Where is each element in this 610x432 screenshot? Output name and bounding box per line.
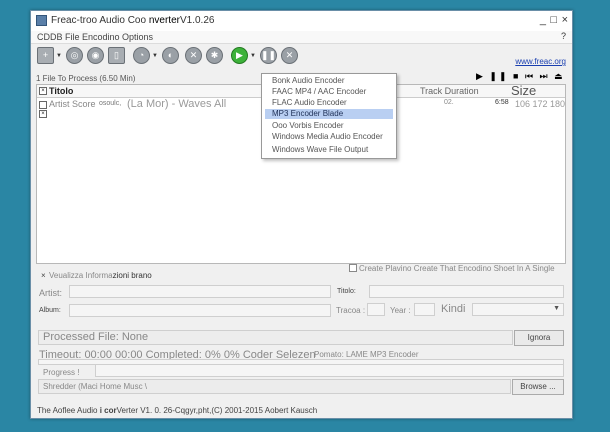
header-title[interactable]: Titolo: [49, 86, 73, 96]
year-field[interactable]: [414, 303, 435, 316]
menu-item-wave[interactable]: Windows Wave File Output: [272, 145, 392, 155]
header-size[interactable]: Size: [511, 83, 536, 98]
artist-field[interactable]: [69, 285, 331, 298]
help-icon[interactable]: ?: [561, 31, 566, 41]
show-info-label: Veualizza Informazioni brano: [49, 271, 152, 280]
artist-label: Artist:: [39, 288, 63, 298]
title-bar: Freac-troo Audio Coo nverterV1.0.26 _ □ …: [31, 11, 572, 31]
title-field[interactable]: [369, 285, 564, 298]
tools-icon[interactable]: ✕: [185, 47, 202, 64]
footer-text-2: i cor: [99, 406, 117, 415]
kind-label: Kindi: [441, 303, 466, 315]
cd-icon[interactable]: ◎: [66, 47, 83, 64]
track-label: Tracoa :: [336, 306, 366, 315]
title-version: V1.0.26: [179, 15, 215, 26]
progress-label: Progress !: [43, 368, 80, 377]
processed-file-label: Processed File: None: [43, 331, 149, 343]
pause-icon[interactable]: ❚❚: [260, 47, 277, 64]
track-field[interactable]: [367, 303, 385, 316]
add-files-icon[interactable]: +: [37, 47, 54, 64]
row-artist-extra: osoulc,: [99, 100, 122, 107]
row-size: 106 172 180: [515, 99, 566, 109]
encoder-dropdown-menu[interactable]: Bonk Audio Encoder FAAC MP4 / AAC Encode…: [261, 73, 397, 159]
row-artist: Artist Score: [49, 99, 96, 109]
menu-item-mp3-blade[interactable]: MP3 Encoder Blade: [265, 109, 393, 119]
chevron-down-icon[interactable]: ▼: [250, 53, 256, 59]
chevron-down-icon[interactable]: ▼: [56, 53, 62, 59]
title-label: Titolo:: [337, 288, 356, 295]
row-track: 02.: [444, 99, 454, 106]
player-controls[interactable]: ▶ ❚❚ ■ ⏮ ⏭ ⏏: [476, 71, 565, 82]
main-window: Freac-troo Audio Coo nverterV1.0.26 _ □ …: [30, 10, 573, 419]
menu-item-bonk[interactable]: Bonk Audio Encoder: [272, 76, 392, 86]
album-field[interactable]: [69, 304, 331, 317]
window-title: Freac-troo Audio Coo nverterV1.0.26: [51, 15, 214, 26]
select-all-checkbox[interactable]: ×: [39, 87, 47, 95]
show-info-text-2: zioni brano: [112, 271, 152, 280]
create-playlist-label: Create Plavino Create That Encodino Shoe…: [359, 264, 555, 273]
chevron-down-icon: ▼: [553, 305, 560, 312]
title-text-1: Freac-troo Audio Coo: [51, 15, 147, 26]
menu-item-wma[interactable]: Windows Media Audio Encoder: [272, 132, 392, 142]
progress-bar: [95, 364, 564, 377]
minimize-icon[interactable]: _: [540, 14, 546, 27]
ignore-button[interactable]: Ignora: [514, 330, 564, 346]
footer-status: The Aoflee Audio i corVerter V1. 0. 26-C…: [37, 406, 317, 415]
row-duration: 6:58: [495, 99, 509, 106]
play-encode-icon[interactable]: ▶: [231, 47, 248, 64]
row-title: (La Mor) - Waves All: [127, 98, 227, 110]
menu-bar: CDDB File Encodino Options ?: [31, 31, 572, 44]
close-icon[interactable]: ×: [562, 14, 568, 27]
app-icon: [36, 15, 47, 26]
menu-item-flac[interactable]: FLAC Audio Encoder: [272, 98, 392, 108]
format-status: Pomato: LAME MP3 Encoder: [314, 350, 419, 359]
menu-item-faac[interactable]: FAAC MP4 / AAC Encoder: [272, 87, 392, 97]
footer-text-1: The Aoflee Audio: [37, 406, 98, 415]
freac-link[interactable]: www.freac.org: [515, 57, 566, 66]
menu-item-vorbis[interactable]: Ooo Vorbis Encoder: [272, 121, 392, 131]
create-playlist-checkbox[interactable]: [349, 264, 357, 272]
cddb-icon[interactable]: ◉: [87, 47, 104, 64]
chevron-down-icon[interactable]: ▼: [152, 53, 158, 59]
maximize-icon[interactable]: □: [550, 14, 557, 27]
kind-select[interactable]: ▼: [472, 303, 564, 316]
show-info-text-1: Veualizza Informa: [49, 271, 113, 280]
cddb-submit-icon[interactable]: ◐: [162, 47, 179, 64]
settings-icon[interactable]: ✱: [206, 47, 223, 64]
toolbar: + ▼ ◎ ◉ ▯ ◔ ▼ ◐ ✕ ✱ ▶ ▼ ❚❚ ✕ www.freac.o…: [31, 44, 572, 70]
album-label: Album:: [39, 307, 61, 314]
stop-icon[interactable]: ✕: [281, 47, 298, 64]
search-icon[interactable]: ◔: [133, 47, 150, 64]
header-track-duration[interactable]: Track Duration: [420, 86, 479, 96]
show-info-checkbox[interactable]: ×: [41, 271, 46, 280]
browse-button[interactable]: Browse ...: [512, 379, 564, 395]
menu-items[interactable]: CDDB File Encodino Options: [37, 32, 153, 42]
output-dir-label: Shredder (Maci Home Musc \: [43, 382, 148, 391]
title-text-2: nverter: [148, 15, 180, 26]
file-icon[interactable]: ▯: [108, 47, 125, 64]
footer-text-3: Verter V1. 0. 26-Cqgyr,pht,(C) 2001-2015…: [116, 406, 318, 415]
files-status: 1 File To Process (6.50 Min): [36, 74, 136, 83]
year-label: Year :: [390, 306, 411, 315]
